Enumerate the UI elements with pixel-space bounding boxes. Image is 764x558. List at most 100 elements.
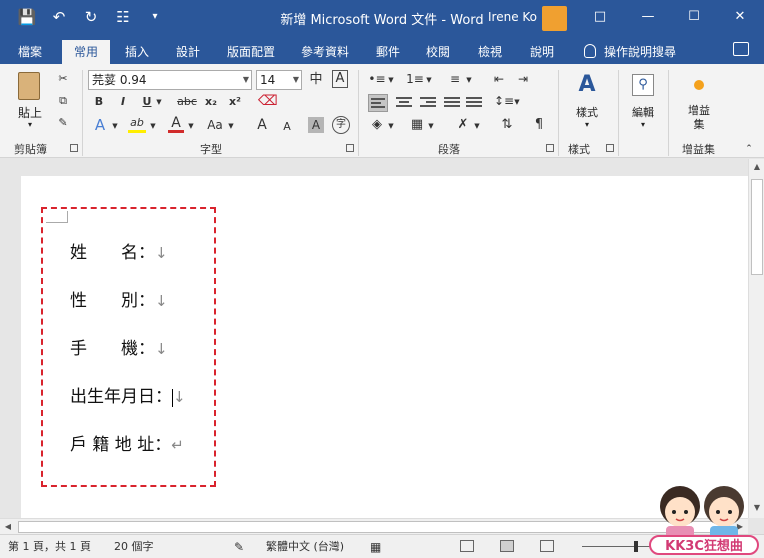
bold-button[interactable]: B: [92, 93, 106, 111]
grow-font-button[interactable]: A: [254, 116, 270, 134]
highlight-button[interactable]: ab: [128, 116, 146, 133]
text-effects-button[interactable]: A: [92, 116, 108, 134]
shrink-font-button[interactable]: A: [280, 118, 294, 136]
customize-qat-icon[interactable]: ▾: [144, 6, 166, 28]
chevron-down-icon[interactable]: ▼: [186, 117, 196, 135]
doc-line[interactable]: 性 別：↓: [70, 286, 168, 311]
styles-button[interactable]: A 樣式 ▾: [568, 70, 606, 134]
tab-help[interactable]: 說明: [524, 40, 560, 64]
page-count[interactable]: 第 1 頁，共 1 頁: [8, 540, 91, 554]
zoom-slider-thumb[interactable]: [634, 541, 638, 552]
font-launcher-icon[interactable]: [346, 144, 354, 152]
character-border-button[interactable]: A: [332, 70, 348, 88]
font-name-combo[interactable]: 芫荽 0.94 ▼: [88, 70, 252, 90]
copy-icon[interactable]: ⧉: [54, 92, 72, 110]
font-size-combo[interactable]: 14 ▼: [256, 70, 302, 90]
print-layout-icon[interactable]: [500, 540, 514, 552]
paste-button[interactable]: 貼上 ▾: [12, 70, 48, 130]
change-case-button[interactable]: Aa: [204, 116, 226, 134]
chevron-down-icon[interactable]: ▼: [148, 117, 158, 135]
cut-icon[interactable]: ✂: [54, 70, 72, 88]
minimize-icon[interactable]: —: [636, 6, 660, 28]
chevron-down-icon[interactable]: ▼: [426, 117, 436, 135]
phonetic-guide-button[interactable]: 中: [306, 71, 326, 89]
borders-icon[interactable]: ▦: [408, 116, 426, 134]
paragraph-launcher-icon[interactable]: [546, 144, 554, 152]
italic-button[interactable]: I: [116, 93, 130, 111]
close-icon[interactable]: ✕: [728, 6, 752, 28]
addins-button[interactable]: 增益集: [680, 74, 718, 138]
asian-layout-icon[interactable]: ✗: [454, 116, 472, 134]
numbering-icon[interactable]: 1≡: [406, 70, 424, 88]
tab-mailings[interactable]: 郵件: [370, 40, 406, 64]
increase-indent-icon[interactable]: ⇥: [514, 70, 532, 88]
redo-icon[interactable]: ↻: [80, 6, 102, 28]
chevron-down-icon[interactable]: ▼: [110, 117, 120, 135]
undo-icon[interactable]: ↶: [48, 6, 70, 28]
scroll-thumb[interactable]: [751, 179, 763, 275]
superscript-button[interactable]: x²: [226, 93, 244, 111]
sort-icon[interactable]: ⇅: [498, 116, 516, 134]
font-color-button[interactable]: A: [168, 116, 184, 133]
align-center-icon[interactable]: [396, 97, 412, 109]
save-icon[interactable]: 💾: [16, 6, 38, 28]
maximize-icon[interactable]: ☐: [682, 6, 706, 28]
align-right-icon[interactable]: [420, 97, 436, 109]
chevron-down-icon[interactable]: ▼: [226, 117, 236, 135]
comments-icon[interactable]: [733, 42, 749, 56]
tab-home[interactable]: 常用: [62, 40, 110, 64]
web-layout-icon[interactable]: [540, 540, 554, 552]
tab-review[interactable]: 校閱: [420, 40, 456, 64]
multilevel-list-icon[interactable]: ≡: [446, 70, 464, 88]
doc-line[interactable]: 手 機：↓: [70, 334, 168, 359]
subscript-button[interactable]: x₂: [202, 93, 220, 111]
chevron-down-icon[interactable]: ▼: [154, 93, 164, 111]
avatar[interactable]: [542, 6, 567, 31]
format-painter-icon[interactable]: ✎: [54, 114, 72, 132]
read-mode-icon[interactable]: [460, 540, 474, 552]
chevron-down-icon[interactable]: ▼: [464, 71, 474, 89]
clear-formatting-icon[interactable]: ⌫: [258, 92, 278, 110]
tab-file[interactable]: 檔案: [8, 40, 52, 64]
underline-button[interactable]: U: [140, 93, 154, 111]
ribbon-display-options-icon[interactable]: □: [588, 6, 612, 28]
doc-line[interactable]: 姓 名：↓: [70, 238, 168, 263]
chevron-down-icon[interactable]: ▼: [424, 71, 434, 89]
chevron-down-icon[interactable]: ▼: [512, 93, 522, 111]
collapse-ribbon-icon[interactable]: ⌃: [742, 140, 756, 158]
justify-icon[interactable]: [444, 97, 460, 109]
clipboard-launcher-icon[interactable]: [70, 144, 78, 152]
character-shading-button[interactable]: A: [308, 117, 324, 133]
tell-me-search[interactable]: 操作說明搜尋: [604, 40, 686, 64]
scroll-up-icon[interactable]: ▲: [749, 159, 764, 175]
shading-icon[interactable]: ◈: [368, 116, 386, 134]
word-count[interactable]: 20 個字: [114, 540, 154, 554]
show-marks-icon[interactable]: ¶: [530, 116, 548, 134]
enclose-characters-button[interactable]: 字: [332, 116, 350, 134]
vertical-scrollbar[interactable]: ▲ ▼: [748, 159, 764, 518]
doc-line[interactable]: 出生年月日：↓: [70, 382, 186, 407]
tab-references[interactable]: 參考資料: [296, 40, 354, 64]
user-name[interactable]: Irene Ko: [488, 10, 537, 24]
doc-line[interactable]: 戶 籍 地 址：↵: [70, 430, 184, 455]
chevron-down-icon[interactable]: ▼: [472, 117, 482, 135]
chevron-down-icon[interactable]: ▼: [386, 71, 396, 89]
scroll-thumb[interactable]: [18, 521, 730, 533]
distributed-icon[interactable]: [466, 97, 482, 109]
tab-insert[interactable]: 插入: [116, 40, 158, 64]
scroll-left-icon[interactable]: ◀: [0, 519, 16, 535]
styles-launcher-icon[interactable]: [606, 144, 614, 152]
print-preview-icon[interactable]: ☷: [112, 6, 134, 28]
strikethrough-button[interactable]: abc: [176, 93, 198, 111]
chevron-down-icon[interactable]: ▼: [386, 117, 396, 135]
track-changes-icon[interactable]: ▦: [370, 540, 381, 554]
align-left-icon[interactable]: [368, 94, 388, 112]
language-status[interactable]: 繁體中文 (台灣): [266, 540, 344, 554]
tab-view[interactable]: 檢視: [472, 40, 508, 64]
line-spacing-icon[interactable]: ↕≡: [494, 92, 514, 110]
editing-button[interactable]: ⚲ 編輯 ▾: [624, 70, 662, 134]
tab-layout[interactable]: 版面配置: [222, 40, 280, 64]
horizontal-scrollbar[interactable]: ◀ ▶: [0, 518, 748, 534]
proofing-icon[interactable]: ✎: [234, 540, 244, 554]
bullets-icon[interactable]: •≡: [368, 70, 386, 88]
